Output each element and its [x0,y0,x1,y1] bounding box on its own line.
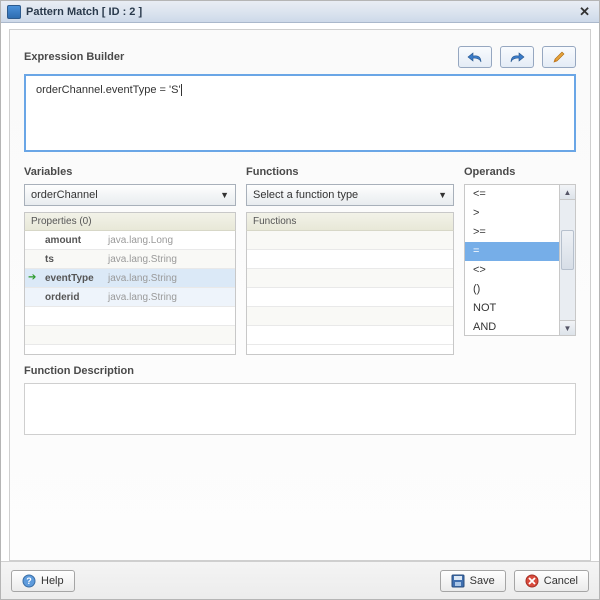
table-row [247,231,453,250]
list-item[interactable]: > [465,204,559,223]
close-icon[interactable]: ✕ [576,4,593,20]
dialog-title: Pattern Match [ ID : 2 ] [26,6,576,18]
variables-dropdown[interactable]: orderChannel ▼ [24,184,236,206]
list-item[interactable]: () [465,280,559,299]
svg-text:?: ? [26,576,32,586]
redo-icon [509,51,525,63]
variables-selected: orderChannel [31,189,98,201]
expression-toolbar [458,46,576,68]
table-row [247,269,453,288]
save-label: Save [470,575,495,587]
expression-text: orderChannel.eventType = 'S' [36,84,181,96]
properties-grid: amount java.lang.Long ts java.lang.Strin… [24,231,236,355]
functions-grid [246,231,454,355]
undo-button[interactable] [458,46,492,68]
chevron-down-icon: ▼ [220,190,229,200]
arrow-right-icon: ➔ [28,272,36,283]
edit-button[interactable] [542,46,576,68]
functions-dropdown[interactable]: Select a function type ▼ [246,184,454,206]
cancel-icon [525,574,539,588]
expression-editor[interactable]: orderChannel.eventType = 'S' [24,74,576,152]
table-row [247,307,453,326]
text-cursor [181,84,182,96]
list-item[interactable]: = [465,242,559,261]
variables-label: Variables [24,166,236,178]
footer: ? Help Save Cancel [1,561,599,599]
cancel-label: Cancel [544,575,578,587]
help-icon: ? [22,574,36,588]
expression-builder-label: Expression Builder [24,51,124,63]
undo-icon [467,51,483,63]
list-item[interactable]: AND [465,318,559,335]
table-row[interactable]: ts java.lang.String [25,250,235,269]
operands-column: Operands <= > >= = <> () NOT AND [464,166,576,355]
function-description-label: Function Description [24,365,576,377]
help-button[interactable]: ? Help [11,570,75,592]
cancel-button[interactable]: Cancel [514,570,589,592]
body: Expression Builder [1,23,599,561]
properties-header: Properties (0) [24,212,236,231]
function-description-box [24,383,576,435]
operands-list: <= > >= = <> () NOT AND ▲ [464,184,576,336]
scroll-down-icon[interactable]: ▼ [560,320,575,335]
table-row [25,326,235,345]
table-row[interactable]: ➔ eventType java.lang.String [25,269,235,288]
dialog: Pattern Match [ ID : 2 ] ✕ Expression Bu… [0,0,600,600]
scroll-up-icon[interactable]: ▲ [560,185,575,200]
scrollbar[interactable]: ▲ ▼ [559,185,575,335]
operands-label: Operands [464,166,576,178]
table-row [247,288,453,307]
variables-column: Variables orderChannel ▼ Properties (0) … [24,166,236,355]
scroll-track[interactable] [560,200,575,320]
functions-column: Functions Select a function type ▼ Funct… [246,166,454,355]
card: Expression Builder [9,29,591,561]
table-row [247,326,453,345]
table-row[interactable]: amount java.lang.Long [25,231,235,250]
redo-button[interactable] [500,46,534,68]
table-row[interactable]: orderid java.lang.String [25,288,235,307]
save-icon [451,574,465,588]
functions-placeholder: Select a function type [253,189,358,201]
list-item[interactable]: >= [465,223,559,242]
list-item[interactable]: NOT [465,299,559,318]
table-row [247,250,453,269]
list-item[interactable]: <= [465,185,559,204]
functions-header: Functions [246,212,454,231]
functions-label: Functions [246,166,454,178]
help-label: Help [41,575,64,587]
app-icon [7,5,21,19]
titlebar: Pattern Match [ ID : 2 ] ✕ [1,1,599,23]
pencil-icon [552,50,566,64]
chevron-down-icon: ▼ [438,190,447,200]
save-button[interactable]: Save [440,570,506,592]
scroll-thumb[interactable] [561,230,574,270]
table-row [25,307,235,326]
list-item[interactable]: <> [465,261,559,280]
